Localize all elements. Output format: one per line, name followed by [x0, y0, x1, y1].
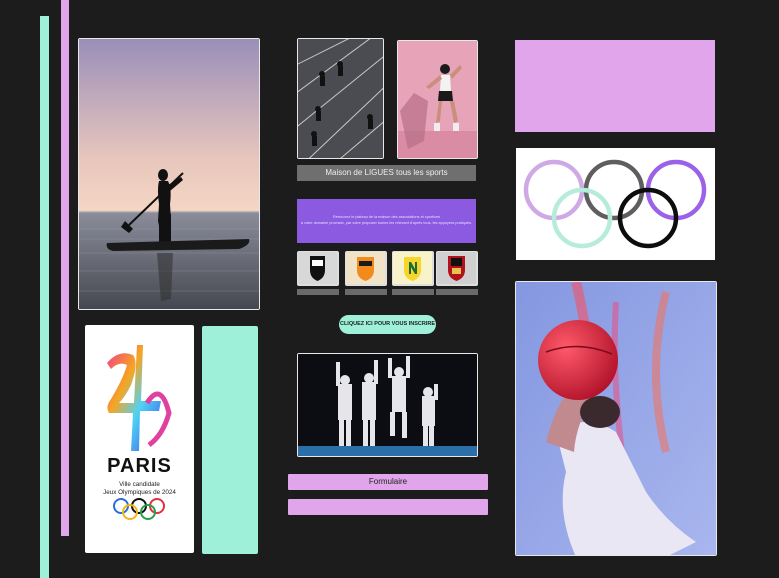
- paris-subtitle: Ville candidate Jeux Olympiques de 2024: [103, 481, 176, 496]
- mint-block: [202, 326, 258, 554]
- register-button[interactable]: CLIQUEZ ICI POUR VOUS INSCRIRE: [339, 315, 436, 334]
- paris-2024-emblem: [107, 345, 172, 451]
- rings-graphic-icon: [523, 159, 707, 249]
- club-crest-nice[interactable]: [436, 251, 478, 286]
- form-field-bar[interactable]: [288, 499, 488, 515]
- jumping-athlete-photo: [397, 40, 478, 159]
- pink-block: [515, 40, 715, 132]
- info-line-2: à votre domaine prochain, par votre prop…: [300, 220, 473, 225]
- athlete-with-ball-photo: [515, 281, 717, 556]
- paddleboard-photo: [78, 38, 260, 310]
- club-crest-angers[interactable]: [297, 251, 339, 286]
- club-label-bar: [345, 289, 387, 295]
- pink-vertical-bar: [61, 0, 69, 536]
- paris-wordmark: PARIS: [107, 455, 172, 477]
- mint-vertical-bar: [40, 16, 49, 578]
- league-title: Maison de LIGUES tous les sports: [297, 165, 476, 181]
- club-label-bar: [436, 289, 478, 295]
- olympic-rings-icon: [113, 498, 165, 520]
- paris-2024-logo-card: PARIS Ville candidate Jeux Olympiques de…: [85, 325, 194, 553]
- fencers-team-photo: [297, 353, 478, 457]
- info-box: Retrouvez le plateau de la maison des as…: [297, 199, 476, 243]
- form-title: Formulaire: [288, 474, 488, 490]
- rings-graphic-card: [516, 148, 715, 260]
- club-crest-lorient[interactable]: [345, 251, 387, 286]
- runners-track-photo: [297, 38, 384, 159]
- club-crest-nantes[interactable]: [392, 251, 434, 286]
- club-label-bar: [297, 289, 339, 295]
- club-label-bar: [392, 289, 434, 295]
